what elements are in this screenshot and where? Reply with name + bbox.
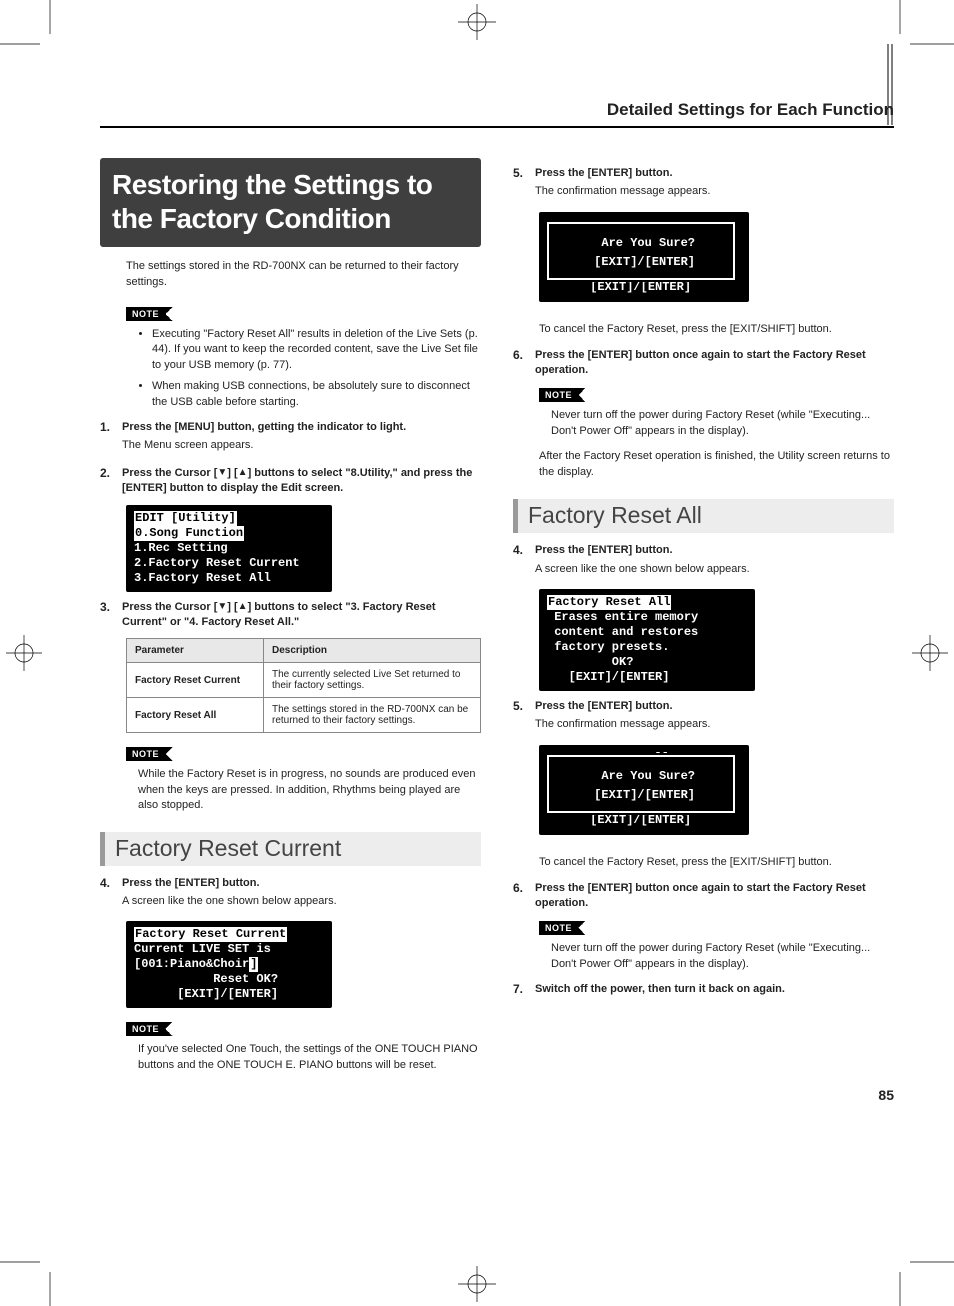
param-name: Factory Reset All <box>127 698 264 733</box>
step-subtext: The Menu screen appears. <box>122 438 481 453</box>
down-arrow-icon: ▼ <box>217 466 227 480</box>
heading-factory-reset-all: Factory Reset All <box>513 499 894 533</box>
step-number: 5. <box>513 699 535 713</box>
note-badge: NOTE <box>539 921 578 935</box>
step-subtext: The confirmation message appears. <box>535 717 894 732</box>
step-number: 4. <box>513 543 535 557</box>
lcd-factory-reset-all: Factory Reset All Erases entire memory c… <box>539 589 755 691</box>
intro-paragraph: The settings stored in the RD-700NX can … <box>126 259 481 291</box>
table-row: Factory Reset Current The currently sele… <box>127 663 481 698</box>
step-6-all: 6. Press the [ENTER] button once again t… <box>513 881 894 912</box>
parameter-table: Parameter Description Factory Reset Curr… <box>126 638 481 733</box>
step-title: Press the [ENTER] button once again to s… <box>535 881 894 912</box>
note-badge: NOTE <box>126 307 165 321</box>
step-title: Press the Cursor [▼] [▲] buttons to sele… <box>122 466 481 497</box>
step-subtext: A screen like the one shown below appear… <box>122 894 481 909</box>
note-item: When making USB connections, be absolute… <box>152 379 481 410</box>
lcd-factory-reset-current: Factory Reset Current Current LIVE SET i… <box>126 921 332 1008</box>
step-title: Press the [MENU] button, getting the ind… <box>122 420 481 435</box>
step-7-all: 7. Switch off the power, then turn it ba… <box>513 982 894 997</box>
lcd-edit-utility: EDIT [Utility] 0.Song Function 1.Rec Set… <box>126 505 332 592</box>
running-header: Detailed Settings for Each Function <box>100 100 894 128</box>
table-header-description: Description <box>264 639 481 663</box>
down-arrow-icon: ▼ <box>217 600 227 614</box>
step-4-all: 4. Press the [ENTER] button. A screen li… <box>513 543 894 581</box>
note-list: Executing "Factory Reset All" results in… <box>138 327 481 410</box>
up-arrow-icon: ▲ <box>238 466 248 480</box>
step-6-current: 6. Press the [ENTER] button once again t… <box>513 348 894 379</box>
note-badge: NOTE <box>126 1022 165 1036</box>
step-5-all: 5. Press the [ENTER] button. The confirm… <box>513 699 894 737</box>
step-title: Press the [ENTER] button. <box>122 876 481 891</box>
step-3: 3. Press the Cursor [▼] [▲] buttons to s… <box>100 600 481 631</box>
step-4-current: 4. Press the [ENTER] button. A screen li… <box>100 876 481 914</box>
cancel-text: To cancel the Factory Reset, press the [… <box>539 322 894 338</box>
step-title: Press the [ENTER] button. <box>535 543 894 558</box>
param-name: Factory Reset Current <box>127 663 264 698</box>
param-desc: The settings stored in the RD-700NX can … <box>264 698 481 733</box>
page-number: 85 <box>878 1087 894 1103</box>
step-subtext: A screen like the one shown below appear… <box>535 562 894 577</box>
step-number: 7. <box>513 982 535 996</box>
step-5-current: 5. Press the [ENTER] button. The confirm… <box>513 166 894 204</box>
note-text: Never turn off the power during Factory … <box>551 408 894 439</box>
step-number: 6. <box>513 348 535 362</box>
step-subtext: The confirmation message appears. <box>535 184 894 199</box>
table-row: Factory Reset All The settings stored in… <box>127 698 481 733</box>
table-header-parameter: Parameter <box>127 639 264 663</box>
note-text: If you've selected One Touch, the settin… <box>138 1042 481 1073</box>
note-item: Executing "Factory Reset All" results in… <box>152 327 481 373</box>
heading-factory-reset-current: Factory Reset Current <box>100 832 481 866</box>
step-title: Press the [ENTER] button. <box>535 699 894 714</box>
lcd-confirm-overlay: Factory Reset Current C [EXIT]/[ENTER] A… <box>539 212 749 302</box>
step-number: 6. <box>513 881 535 895</box>
up-arrow-icon: ▲ <box>238 600 248 614</box>
step-1: 1. Press the [MENU] button, getting the … <box>100 420 481 458</box>
note-badge: NOTE <box>539 388 578 402</box>
after-reset-text: After the Factory Reset operation is fin… <box>539 449 894 481</box>
step-title: Press the Cursor [▼] [▲] buttons to sele… <box>122 600 481 631</box>
step-number: 1. <box>100 420 122 434</box>
step-title: Press the [ENTER] button. <box>535 166 894 181</box>
page-title: Restoring the Settings to the Factory Co… <box>100 158 481 247</box>
step-number: 2. <box>100 466 122 480</box>
step-2: 2. Press the Cursor [▼] [▲] buttons to s… <box>100 466 481 497</box>
note-badge: NOTE <box>126 747 165 761</box>
step-title: Press the [ENTER] button once again to s… <box>535 348 894 379</box>
step-title: Switch off the power, then turn it back … <box>535 982 894 997</box>
step-number: 5. <box>513 166 535 180</box>
lcd-all-confirm-overlay: Factory Reset All [EXIT]/[ENTER] Are You… <box>539 745 749 835</box>
param-desc: The currently selected Live Set returned… <box>264 663 481 698</box>
step-number: 3. <box>100 600 122 614</box>
note-text: Never turn off the power during Factory … <box>551 941 894 972</box>
cancel-text: To cancel the Factory Reset, press the [… <box>539 855 894 871</box>
note-text: While the Factory Reset is in progress, … <box>138 767 481 813</box>
step-number: 4. <box>100 876 122 890</box>
